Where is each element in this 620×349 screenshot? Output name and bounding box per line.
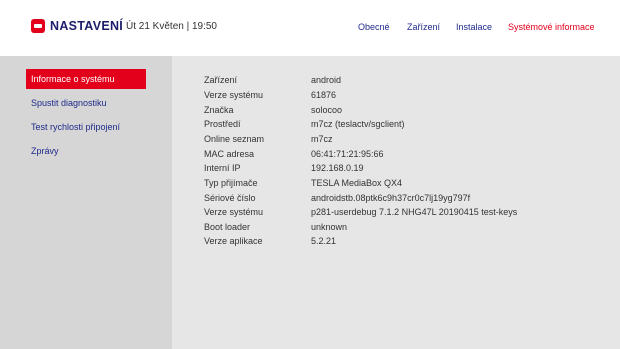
nav-tab-systemove-informace[interactable]: Systémové informace — [508, 22, 595, 32]
logo: NASTAVENÍ — [31, 19, 123, 33]
info-label: Online seznam — [204, 134, 265, 144]
nav-tab-instalace[interactable]: Instalace — [456, 22, 492, 32]
system-info-panel: Zařízení android Verze systému 61876 Značk… — [172, 56, 620, 349]
top-bar: NASTAVENÍ Út 21 Květen | 19:50 Obecné Za… — [0, 0, 620, 56]
info-value: p281-userdebug 7.1.2 NHG47L 20190415 tes… — [311, 207, 518, 217]
sidebar: Informace o systému Spustit diagnostiku … — [0, 56, 172, 349]
info-value: 61876 — [311, 90, 337, 100]
info-value: m7cz (teslactv/sgclient) — [311, 119, 405, 129]
nav-tab-obecne[interactable]: Obecné — [358, 22, 390, 32]
info-value: unknown — [311, 222, 348, 232]
info-value: TESLA MediaBox QX4 — [311, 178, 403, 188]
info-value: m7cz — [311, 134, 333, 144]
info-value: 192.168.0.19 — [311, 163, 364, 173]
logo-text: NASTAVENÍ — [50, 19, 124, 33]
info-label: Verze aplikace — [204, 236, 263, 246]
info-label: Zařízení — [204, 75, 238, 85]
logo-icon — [31, 19, 45, 33]
info-label: Verze systému — [204, 90, 264, 100]
info-label: Typ přijímače — [204, 178, 258, 188]
info-label: Interní IP — [204, 163, 241, 173]
info-label: MAC adresa — [204, 149, 255, 159]
info-label: Prostředí — [204, 119, 241, 129]
sidebar-item-messages[interactable]: Zprávy — [26, 141, 146, 161]
date-time: Út 21 Květen | 19:50 — [126, 21, 217, 32]
info-label: Verze systému — [204, 207, 264, 217]
info-value: androidstb.08ptk6c9h37cr0c7lj19yg797f — [311, 193, 471, 203]
info-label: Boot loader — [204, 222, 251, 232]
sidebar-item-speed-test[interactable]: Test rychlosti připojení — [26, 117, 146, 137]
info-value: 06:41:71:21:95:66 — [311, 149, 384, 159]
info-label: Sériové číslo — [204, 193, 256, 203]
info-label: Značka — [204, 105, 234, 115]
info-value: solocoo — [311, 105, 343, 115]
info-value: 5.2.21 — [311, 236, 337, 246]
nav-tab-zarizeni[interactable]: Zařízení — [407, 22, 440, 32]
sidebar-item-system-info[interactable]: Informace o systému — [26, 69, 146, 89]
info-value: android — [311, 75, 342, 85]
sidebar-item-diagnostics[interactable]: Spustit diagnostiku — [26, 93, 146, 113]
